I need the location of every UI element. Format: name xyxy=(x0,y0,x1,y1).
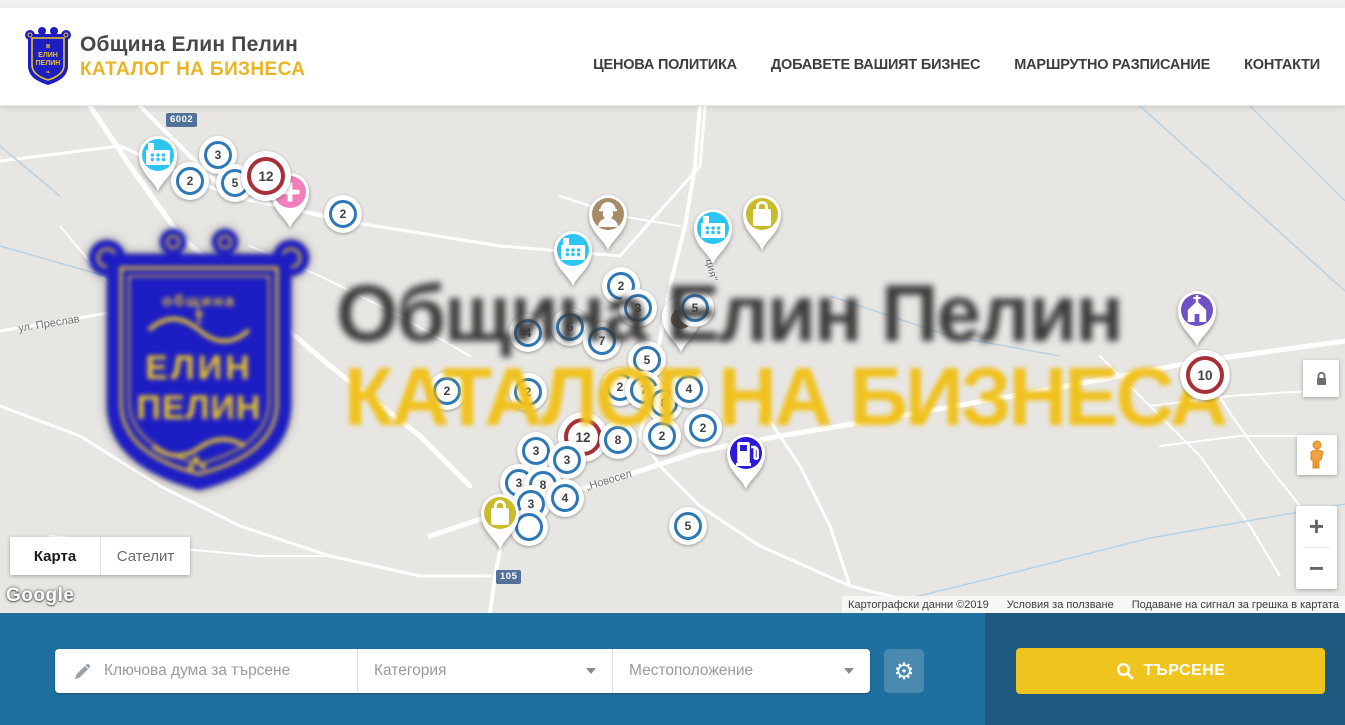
nav-contacts[interactable]: КОНТАКТИ xyxy=(1244,57,1320,73)
cluster-count: 10 xyxy=(1186,356,1224,394)
report-error-link[interactable]: Подаване на сигнал за грешка в картата xyxy=(1132,599,1339,611)
zoom-control: + − xyxy=(1296,506,1337,589)
location-dropdown-value: Местоположение xyxy=(629,662,844,680)
search-button[interactable]: ТЪРСЕНЕ xyxy=(1016,648,1325,694)
street-view-pegman-button[interactable] xyxy=(1297,435,1337,475)
pencil-icon xyxy=(73,662,92,681)
advanced-settings-button[interactable]: ⚙ xyxy=(884,649,924,693)
zoom-in-button[interactable]: + xyxy=(1296,506,1337,547)
attribution-copyright: Картографски данни ©2019 xyxy=(848,599,989,611)
map-attribution: Картографски данни ©2019 Условия за полз… xyxy=(842,596,1345,613)
svg-text:⌘: ⌘ xyxy=(46,44,51,50)
search-button-label: ТЪРСЕНЕ xyxy=(1144,662,1226,680)
google-map[interactable]: 6002105ул. Преславбул. „Новоселция" 3251… xyxy=(0,106,1345,613)
svg-text:❧: ❧ xyxy=(45,70,50,76)
map-top-markers-layer: 10 xyxy=(0,106,1345,613)
page-top-strip xyxy=(0,0,1345,8)
site-title: Община Елин Пелин xyxy=(80,33,305,57)
lock-icon xyxy=(1314,371,1329,387)
search-icon xyxy=(1116,662,1134,680)
nav-pricing-policy[interactable]: ЦЕНОВА ПОЛИТИКА xyxy=(593,57,737,73)
municipality-crest-logo: ⌘ ЕЛИН ПЕЛИН ❧ xyxy=(25,26,71,88)
brand[interactable]: ⌘ ЕЛИН ПЕЛИН ❧ Община Елин Пелин КАТАЛОГ… xyxy=(25,26,305,88)
nav-route-schedule[interactable]: МАРШРУТНО РАЗПИСАНИЕ xyxy=(1014,57,1210,73)
pegman-icon xyxy=(1306,440,1328,470)
svg-text:ЕЛИН: ЕЛИН xyxy=(38,52,58,59)
lock-control-button[interactable] xyxy=(1303,360,1339,397)
zoom-out-button[interactable]: − xyxy=(1296,548,1337,589)
google-logo[interactable]: Google xyxy=(6,585,74,607)
map-type-satellite-button[interactable]: Сателит xyxy=(100,537,190,575)
site-subtitle: КАТАЛОГ НА БИЗНЕСА xyxy=(80,59,305,81)
chevron-down-icon xyxy=(844,668,854,674)
map-type-control: Карта Сателит xyxy=(10,537,190,575)
keyword-field[interactable] xyxy=(55,649,357,693)
keyword-search-input[interactable] xyxy=(104,662,334,680)
nav-add-business[interactable]: ДОБАВЕТЕ ВАШИЯТ БИЗНЕС xyxy=(771,57,980,73)
main-nav: ЦЕНОВА ПОЛИТИКА ДОБАВЕТЕ ВАШИЯТ БИЗНЕС М… xyxy=(593,57,1320,73)
search-bar: Категория Местоположение ⚙ ТЪРСЕНЕ xyxy=(0,613,1345,725)
cluster-marker[interactable]: 10 xyxy=(1180,350,1230,400)
svg-text:ПЕЛИН: ПЕЛИН xyxy=(36,60,61,67)
gear-icon: ⚙ xyxy=(894,658,915,685)
header: ⌘ ЕЛИН ПЕЛИН ❧ Община Елин Пелин КАТАЛОГ… xyxy=(0,8,1345,106)
map-type-map-button[interactable]: Карта xyxy=(10,537,100,575)
search-fields: Категория Местоположение xyxy=(55,649,870,693)
category-dropdown[interactable]: Категория xyxy=(357,649,612,693)
chevron-down-icon xyxy=(586,668,596,674)
category-dropdown-value: Категория xyxy=(374,662,586,680)
terms-link[interactable]: Условия за ползване xyxy=(1007,599,1114,611)
location-dropdown[interactable]: Местоположение xyxy=(612,649,870,693)
